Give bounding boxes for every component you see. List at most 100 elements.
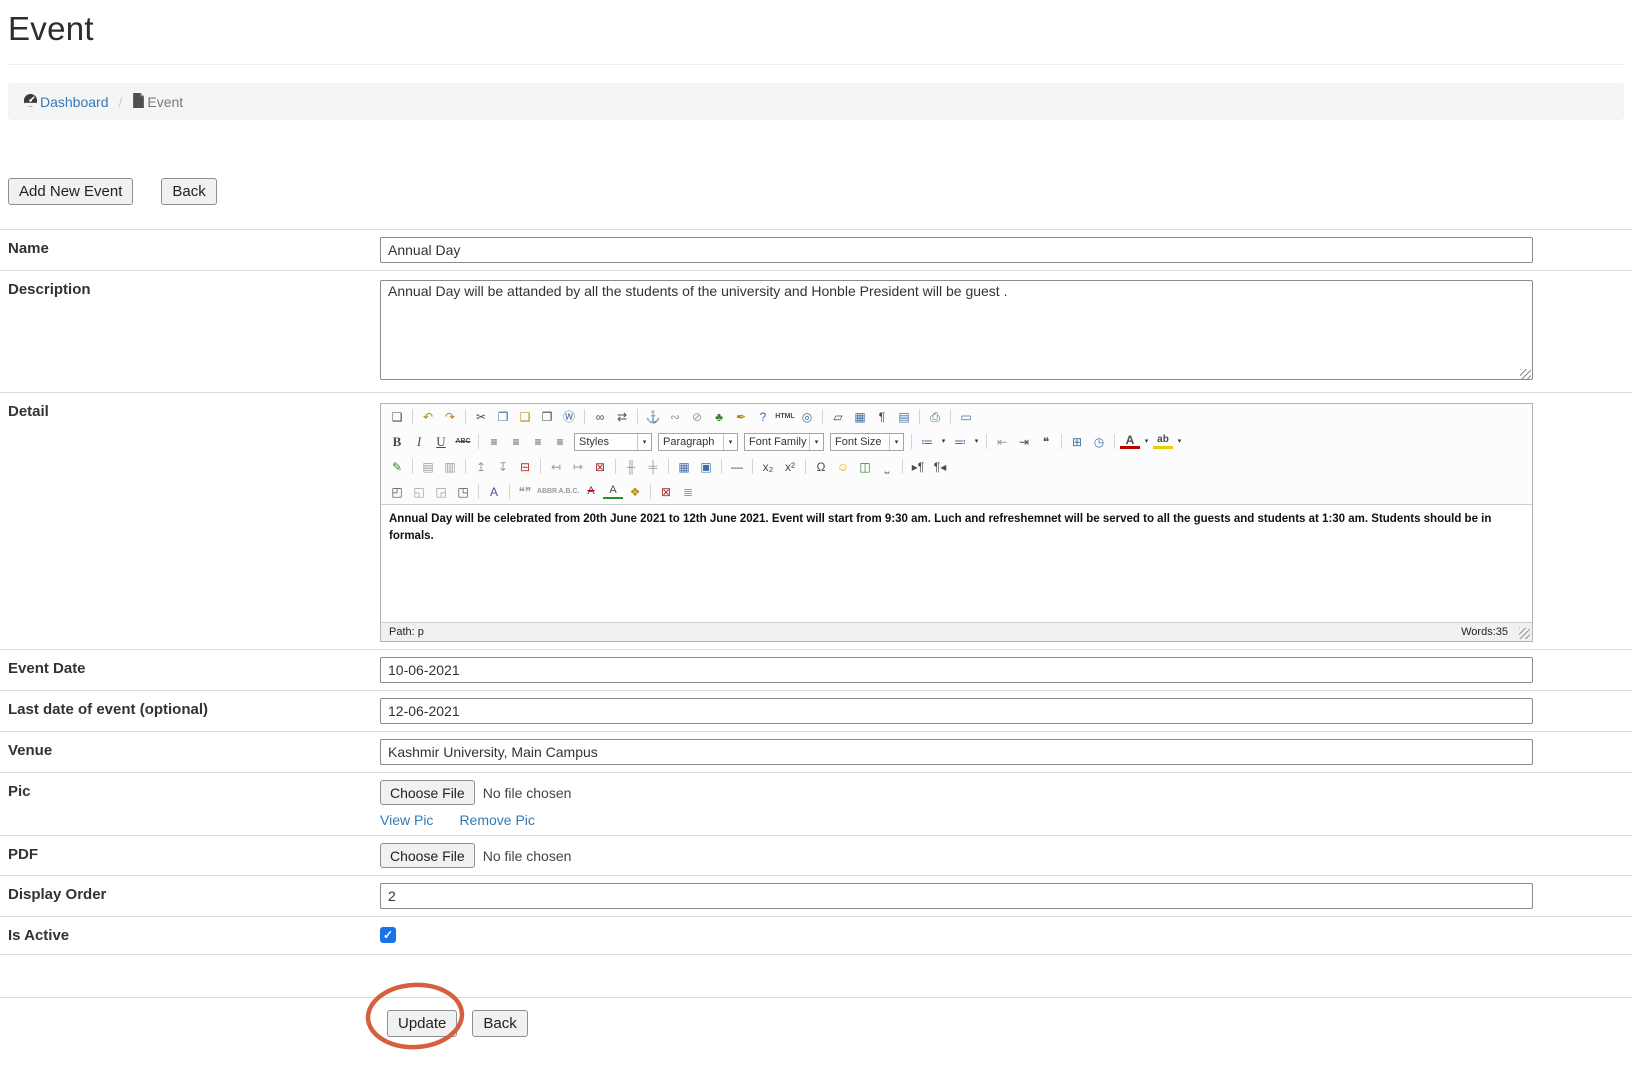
visual-aid-icon[interactable]: ▦ bbox=[850, 408, 870, 426]
highlight-color-menu-icon[interactable]: ▾ bbox=[1175, 433, 1184, 451]
underline-icon[interactable]: U bbox=[431, 433, 451, 451]
eraser-icon[interactable]: ▱ bbox=[828, 408, 848, 426]
table-properties-icon[interactable]: ▣ bbox=[696, 458, 716, 476]
bullet-list-menu-icon[interactable]: ▾ bbox=[939, 433, 948, 451]
blockquote-icon[interactable]: ❝ bbox=[1036, 433, 1056, 451]
text-color-menu-icon[interactable]: ▾ bbox=[1142, 433, 1151, 451]
last-date-input[interactable] bbox=[380, 698, 1533, 724]
pic-choose-file-button[interactable]: Choose File bbox=[380, 780, 475, 805]
fullscreen-icon[interactable]: ▭ bbox=[956, 408, 976, 426]
align-center-icon[interactable]: ≡ bbox=[506, 433, 526, 451]
delete-row-icon[interactable]: ⊟ bbox=[515, 458, 535, 476]
copy-icon[interactable]: ❐ bbox=[493, 408, 513, 426]
attributes-icon[interactable]: ❖ bbox=[625, 483, 645, 501]
pdf-choose-file-button[interactable]: Choose File bbox=[380, 843, 475, 868]
editor-resize-grip[interactable] bbox=[1519, 628, 1530, 639]
insert-edit-table-icon[interactable]: ✎ bbox=[387, 458, 407, 476]
editor-content[interactable]: Annual Day will be celebrated from 20th … bbox=[381, 504, 1532, 622]
insert-col-after-icon[interactable]: ↦ bbox=[568, 458, 588, 476]
merge-cells-icon[interactable]: ╪ bbox=[643, 458, 663, 476]
numbered-list-menu-icon[interactable]: ▾ bbox=[972, 433, 981, 451]
name-input[interactable] bbox=[380, 237, 1533, 263]
rtl-icon[interactable]: ¶◂ bbox=[930, 458, 950, 476]
font-size-select[interactable]: Font Size▾ bbox=[830, 433, 904, 451]
back-button-bottom[interactable]: Back bbox=[472, 1010, 527, 1037]
anchor-icon[interactable]: ⚓ bbox=[643, 408, 663, 426]
event-date-input[interactable] bbox=[380, 657, 1533, 683]
nonbreaking-icon[interactable]: ⎵ bbox=[877, 458, 897, 476]
display-order-input[interactable] bbox=[380, 883, 1533, 909]
insert-media-icon[interactable]: ◫ bbox=[855, 458, 875, 476]
ins-icon[interactable]: A bbox=[603, 485, 623, 499]
emoticon-icon[interactable]: ☺ bbox=[833, 458, 853, 476]
text-color-icon[interactable]: A bbox=[1120, 434, 1140, 449]
font-family-select[interactable]: Font Family▾ bbox=[744, 433, 824, 451]
venue-input[interactable] bbox=[380, 739, 1533, 765]
paste-as-text-icon[interactable]: ❒ bbox=[537, 408, 557, 426]
insert-date-icon[interactable]: ⊞ bbox=[1067, 433, 1087, 451]
view-pic-link[interactable]: View Pic bbox=[380, 812, 433, 828]
help-icon[interactable]: ? bbox=[753, 408, 773, 426]
styles-select[interactable]: Styles▾ bbox=[574, 433, 652, 451]
horizontal-rule-icon[interactable]: — bbox=[727, 458, 747, 476]
del-icon[interactable]: A bbox=[581, 483, 601, 501]
insert-row-after-icon[interactable]: ↧ bbox=[493, 458, 513, 476]
indent-icon[interactable]: ⇥ bbox=[1014, 433, 1034, 451]
subscript-icon[interactable]: x₂ bbox=[758, 458, 778, 476]
strikethrough-icon[interactable]: ABC bbox=[453, 433, 473, 451]
preview-icon[interactable]: ◎ bbox=[797, 408, 817, 426]
update-button[interactable]: Update bbox=[387, 1010, 457, 1037]
delete-col-icon[interactable]: ⊠ bbox=[590, 458, 610, 476]
find-icon[interactable]: ∞ bbox=[590, 408, 610, 426]
insert-time-icon[interactable]: ◷ bbox=[1089, 433, 1109, 451]
cite-icon[interactable]: ❝❞ bbox=[515, 483, 535, 501]
numbered-list-icon[interactable]: ≕ bbox=[950, 433, 970, 451]
format-select[interactable]: Paragraph▾ bbox=[658, 433, 738, 451]
bullet-list-icon[interactable]: ≔ bbox=[917, 433, 937, 451]
acronym-icon[interactable]: A.B.C. bbox=[559, 483, 579, 501]
find-replace-icon[interactable]: ⇄ bbox=[612, 408, 632, 426]
insert-layer-icon[interactable]: ◰ bbox=[387, 483, 407, 501]
style-props-icon[interactable]: A bbox=[484, 483, 504, 501]
insert-col-before-icon[interactable]: ↤ bbox=[546, 458, 566, 476]
align-right-icon[interactable]: ≡ bbox=[528, 433, 548, 451]
link-icon[interactable]: ∾ bbox=[665, 408, 685, 426]
abbr-icon[interactable]: ABBR bbox=[537, 483, 557, 501]
description-textarea[interactable]: Annual Day will be attanded by all the s… bbox=[380, 280, 1533, 380]
italic-icon[interactable]: I bbox=[409, 433, 429, 451]
show-blocks-icon[interactable]: ¶ bbox=[872, 408, 892, 426]
move-forward-icon[interactable]: ◱ bbox=[409, 483, 429, 501]
template-icon[interactable]: ▤ bbox=[894, 408, 914, 426]
unlink-icon[interactable]: ⊘ bbox=[687, 408, 707, 426]
outdent-icon[interactable]: ⇤ bbox=[992, 433, 1012, 451]
breadcrumb-link-dashboard[interactable]: Dashboard bbox=[23, 93, 109, 111]
paste-icon[interactable]: ❑ bbox=[515, 408, 535, 426]
redo-icon[interactable]: ↷ bbox=[440, 408, 460, 426]
bold-icon[interactable]: B bbox=[387, 433, 407, 451]
print-icon[interactable]: ⎙ bbox=[925, 408, 945, 426]
move-backward-icon[interactable]: ◲ bbox=[431, 483, 451, 501]
edit-html-icon[interactable]: HTML bbox=[775, 408, 795, 426]
undo-icon[interactable]: ↶ bbox=[418, 408, 438, 426]
page-break-icon[interactable]: ≣ bbox=[678, 483, 698, 501]
insert-row-before-icon[interactable]: ↥ bbox=[471, 458, 491, 476]
superscript-icon[interactable]: x² bbox=[780, 458, 800, 476]
cleanup-icon[interactable]: ✒ bbox=[731, 408, 751, 426]
align-justify-icon[interactable]: ≡ bbox=[550, 433, 570, 451]
is-active-checkbox[interactable]: ✓ bbox=[380, 927, 396, 943]
new-document-icon[interactable]: ❏ bbox=[387, 408, 407, 426]
absolute-position-icon[interactable]: ◳ bbox=[453, 483, 473, 501]
insert-image-icon[interactable]: ♣ bbox=[709, 408, 729, 426]
back-button-top[interactable]: Back bbox=[161, 178, 216, 205]
insert-table-icon[interactable]: ▦ bbox=[674, 458, 694, 476]
special-char-icon[interactable]: Ω bbox=[811, 458, 831, 476]
ltr-icon[interactable]: ▸¶ bbox=[908, 458, 928, 476]
add-new-event-button[interactable]: Add New Event bbox=[8, 178, 133, 205]
remove-pic-link[interactable]: Remove Pic bbox=[459, 812, 534, 828]
align-left-icon[interactable]: ≡ bbox=[484, 433, 504, 451]
visual-chars-icon[interactable]: ⊠ bbox=[656, 483, 676, 501]
cut-icon[interactable]: ✂ bbox=[471, 408, 491, 426]
table-cell-properties-icon[interactable]: ▥ bbox=[440, 458, 460, 476]
split-cells-icon[interactable]: ╫ bbox=[621, 458, 641, 476]
paste-from-word-icon[interactable]: Ⓦ bbox=[559, 408, 579, 426]
